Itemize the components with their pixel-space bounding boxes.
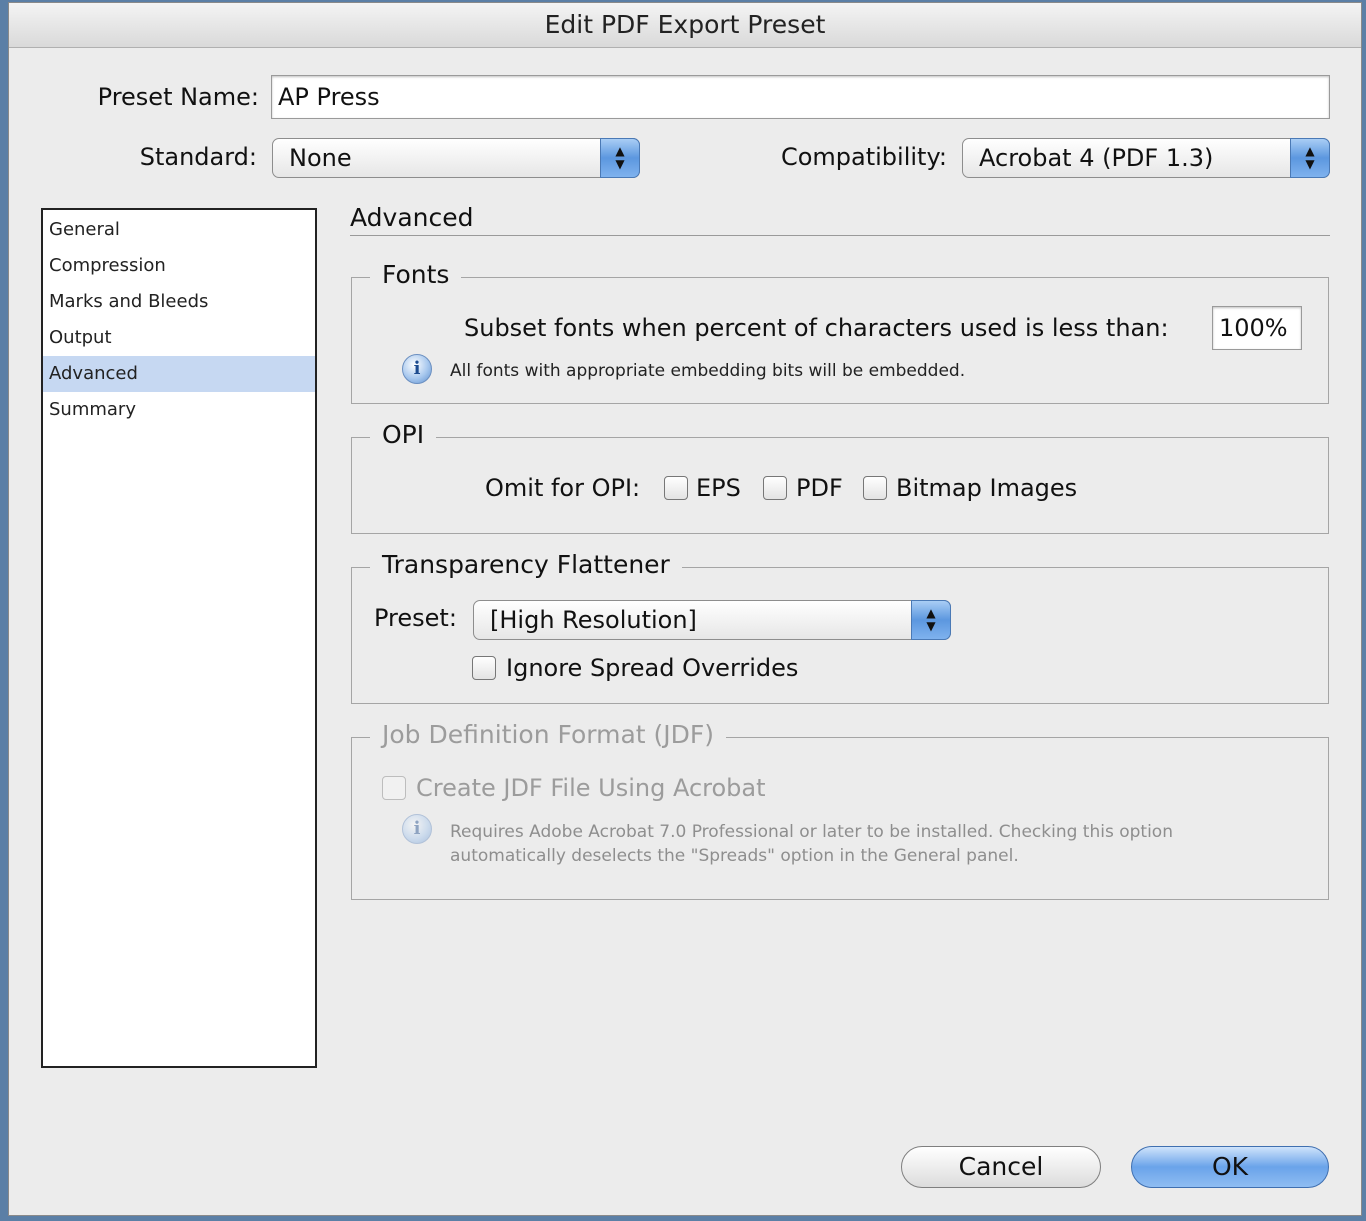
subset-percent-value: 100% [1219,314,1288,342]
create-jdf-label: Create JDF File Using Acrobat [416,774,766,802]
sidebar-item-general[interactable]: General [43,212,315,248]
ignore-spread-overrides-checkbox[interactable] [472,656,496,680]
create-jdf-checkbox[interactable] [382,776,406,800]
edit-pdf-export-preset-dialog: Edit PDF Export Preset Preset Name: AP P… [8,2,1362,1216]
standard-select[interactable]: None ▲ ▼ [272,138,640,178]
sidebar-item-compression[interactable]: Compression [43,248,315,284]
opi-group-title: OPI [370,420,437,449]
jdf-info-line-1: Requires Adobe Acrobat 7.0 Professional … [450,822,1173,842]
transparency-flattener-group: Transparency Flattener Preset: [High Res… [351,550,1329,704]
dialog-title: Edit PDF Export Preset [9,3,1361,48]
standard-value: None [289,144,352,172]
sidebar-item-output[interactable]: Output [43,320,315,356]
popup-arrows-icon: ▲ ▼ [1290,138,1330,178]
preset-name-input[interactable]: AP Press [271,75,1330,119]
compatibility-value: Acrobat 4 (PDF 1.3) [979,144,1214,172]
ignore-spread-overrides-label: Ignore Spread Overrides [506,654,799,682]
fonts-group: Fonts Subset fonts when percent of chara… [351,260,1329,404]
jdf-group: Job Definition Format (JDF) Create JDF F… [351,720,1329,900]
opi-group: OPI Omit for OPI: EPS PDF Bitmap Images [351,420,1329,534]
flattener-preset-value: [High Resolution] [490,606,697,634]
subset-fonts-label: Subset fonts when percent of characters … [464,314,1169,342]
compatibility-select[interactable]: Acrobat 4 (PDF 1.3) ▲ ▼ [962,138,1330,178]
popup-arrows-icon: ▲ ▼ [911,600,951,640]
ok-button[interactable]: OK [1131,1146,1329,1188]
standard-label: Standard: [139,143,257,171]
info-icon: i [402,354,432,384]
jdf-group-title: Job Definition Format (JDF) [370,720,727,749]
preset-name-label: Preset Name: [97,83,259,111]
bitmap-images-checkbox[interactable] [863,476,887,500]
eps-checkbox[interactable] [664,476,688,500]
sidebar-item-advanced[interactable]: Advanced [43,356,315,392]
transparency-flattener-title: Transparency Flattener [370,550,682,579]
subset-percent-input[interactable]: 100% [1212,306,1302,350]
preset-name-value: AP Press [278,83,380,111]
pdf-label: PDF [796,474,843,502]
jdf-info-line-2: automatically deselects the "Spreads" op… [450,846,1019,866]
fonts-info-text: All fonts with appropriate embedding bit… [450,361,966,381]
omit-for-opi-label: Omit for OPI: [485,474,641,502]
section-title: Advanced [350,203,474,232]
sidebar-item-summary[interactable]: Summary [43,392,315,428]
fonts-group-title: Fonts [370,260,462,289]
compatibility-label: Compatibility: [780,143,947,171]
eps-label: EPS [696,474,741,502]
flattener-preset-label: Preset: [374,604,457,632]
category-list: General Compression Marks and Bleeds Out… [41,208,317,1068]
sidebar-item-marks-and-bleeds[interactable]: Marks and Bleeds [43,284,315,320]
pdf-checkbox[interactable] [763,476,787,500]
cancel-button[interactable]: Cancel [901,1146,1101,1188]
flattener-preset-select[interactable]: [High Resolution] ▲ ▼ [473,600,951,640]
popup-arrows-icon: ▲ ▼ [600,138,640,178]
info-icon: i [402,814,432,844]
bitmap-images-label: Bitmap Images [896,474,1078,502]
section-divider [350,235,1330,236]
